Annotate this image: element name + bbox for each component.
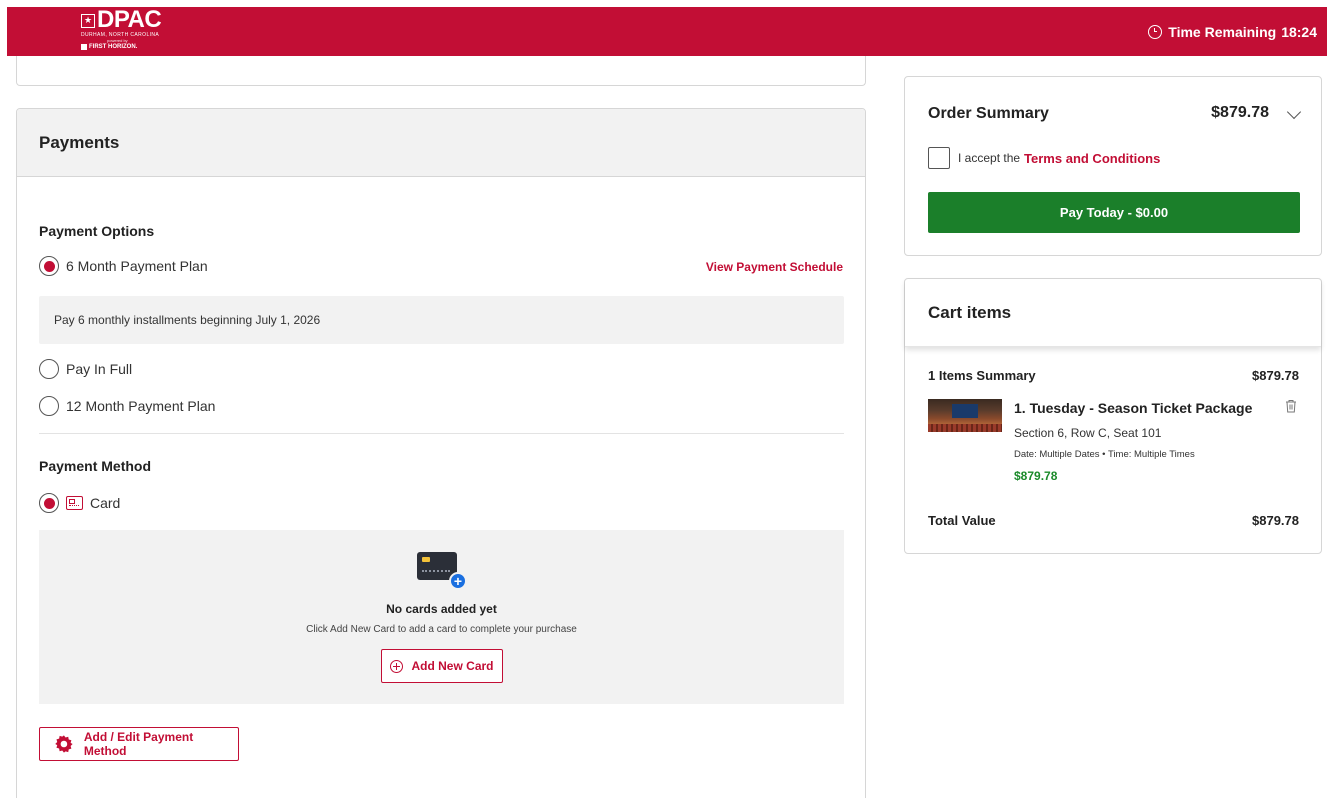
dpac-logo[interactable]: ★ DPAC DURHAM, NORTH CAROLINA powered by… — [81, 6, 191, 53]
method-card[interactable]: Card — [39, 493, 120, 513]
add-edit-payment-method-button[interactable]: Add / Edit Payment Method — [39, 727, 239, 761]
pay-today-button[interactable]: Pay Today - $0.00 — [928, 192, 1300, 233]
payment-method-title: Payment Method — [39, 458, 152, 474]
logo-sponsor: FIRST HORIZON. — [81, 43, 191, 51]
gear-icon — [55, 735, 73, 753]
item-seat: Section 6, Row C, Seat 101 — [1014, 426, 1162, 440]
star-icon: ★ — [81, 13, 95, 28]
total-value-label: Total Value — [928, 513, 996, 528]
credit-card-add-icon: + — [417, 552, 467, 590]
add-card-label: Add New Card — [411, 659, 494, 673]
radio-pay-in-full[interactable] — [39, 359, 59, 379]
card-icon — [66, 496, 83, 510]
order-summary-title: Order Summary — [928, 105, 1049, 122]
option-label: 6 Month Payment Plan — [66, 258, 208, 274]
cart-items-card: Cart items 1 Items Summary $879.78 1. Tu… — [904, 278, 1322, 554]
no-cards-subtitle: Click Add New Card to add a card to comp… — [306, 624, 577, 635]
add-new-card-button[interactable]: Add New Card — [381, 649, 503, 683]
total-value-price: $879.78 — [1252, 513, 1299, 528]
payments-card: Payments Payment Options 6 Month Payment… — [16, 108, 866, 798]
view-payment-schedule-link[interactable]: View Payment Schedule — [706, 260, 843, 274]
method-card-label: Card — [90, 495, 121, 511]
clock-icon — [1148, 24, 1163, 39]
plus-circle-icon — [390, 659, 404, 673]
item-date: Date: Multiple Dates • Time: Multiple Ti… — [1014, 449, 1195, 460]
payments-title: Payments — [17, 109, 865, 177]
time-remaining: Time Remaining 18:24 — [1148, 7, 1317, 56]
payment-options-title: Payment Options — [39, 223, 155, 239]
timer-value: 18:24 — [1281, 23, 1317, 40]
no-cards-panel: + No cards added yet Click Add New Card … — [39, 530, 844, 704]
chevron-down-icon[interactable] — [1286, 104, 1302, 120]
plan-info-box: Pay 6 monthly installments beginning Jul… — [39, 296, 844, 344]
item-thumbnail — [928, 399, 1002, 432]
trash-icon[interactable] — [1285, 399, 1297, 413]
order-summary-total: $879.78 — [1211, 104, 1269, 121]
items-summary-label: 1 Items Summary — [928, 368, 1036, 383]
previous-section-card — [16, 56, 866, 86]
accept-terms-checkbox[interactable] — [928, 147, 950, 169]
order-summary-card: Order Summary $879.78 I accept the Terms… — [904, 76, 1322, 256]
radio-6-month[interactable] — [39, 256, 59, 276]
items-summary-price: $879.78 — [1252, 368, 1299, 383]
cart-items-title: Cart items — [905, 279, 1321, 347]
option-label: 12 Month Payment Plan — [66, 398, 216, 414]
divider — [39, 433, 844, 434]
accept-prefix: I accept the — [958, 151, 1021, 165]
terms-link[interactable]: Terms and Conditions — [1024, 151, 1160, 166]
no-cards-title: No cards added yet — [386, 602, 497, 616]
option-12-month-plan[interactable]: 12 Month Payment Plan — [39, 396, 215, 416]
option-6-month-plan[interactable]: 6 Month Payment Plan — [39, 256, 208, 276]
accept-terms-row: I accept the Terms and Conditions — [928, 147, 1160, 169]
timer-label: Time Remaining — [1168, 23, 1277, 40]
radio-12-month[interactable] — [39, 396, 59, 416]
item-name: 1. Tuesday - Season Ticket Package — [1014, 400, 1253, 416]
logo-text: DPAC — [97, 6, 162, 33]
edit-method-label: Add / Edit Payment Method — [83, 730, 194, 758]
logo-powered: powered by — [107, 38, 128, 43]
option-pay-in-full[interactable]: Pay In Full — [39, 359, 132, 379]
top-bar: ★ DPAC DURHAM, NORTH CAROLINA powered by… — [7, 7, 1327, 56]
radio-card[interactable] — [39, 493, 59, 513]
option-label: Pay In Full — [66, 361, 133, 377]
item-price: $879.78 — [1014, 469, 1058, 483]
